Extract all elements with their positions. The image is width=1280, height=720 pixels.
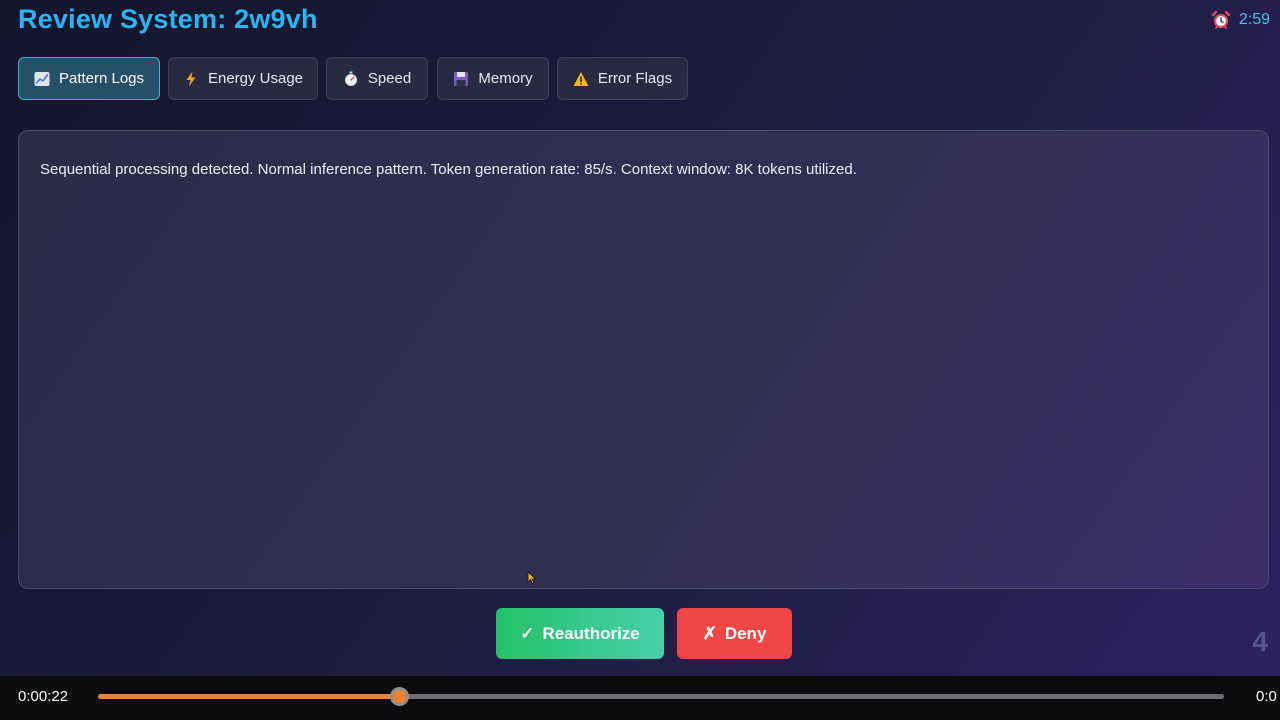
tab-label: Energy Usage bbox=[207, 70, 304, 87]
end-time: 0:0 bbox=[1256, 688, 1277, 705]
timer-value: 2:59 bbox=[1238, 11, 1270, 28]
mouse-cursor-icon bbox=[527, 571, 537, 585]
tab-pattern-logs[interactable]: Pattern Logs bbox=[18, 57, 160, 100]
log-text: Sequential processing detected. Normal i… bbox=[40, 161, 857, 178]
video-player-bar: 0:00:22 0:0 bbox=[0, 676, 1280, 720]
tab-label: Memory bbox=[478, 70, 533, 87]
review-app: Review System: 2w9vh 2:59 Pattern Logs E… bbox=[0, 0, 1280, 676]
tab-energy-usage[interactable]: Energy Usage bbox=[168, 57, 318, 100]
chart-icon bbox=[34, 71, 50, 86]
current-time: 0:00:22 bbox=[18, 688, 69, 705]
seek-bar[interactable] bbox=[98, 687, 1224, 706]
deny-label: Deny bbox=[724, 623, 767, 643]
deny-button[interactable]: ✗ Deny bbox=[677, 608, 792, 659]
checkmark-icon: ✓ bbox=[520, 623, 535, 643]
reauthorize-button[interactable]: ✓ Reauthorize bbox=[496, 608, 664, 659]
log-panel: Sequential processing detected. Normal i… bbox=[18, 130, 1269, 589]
tab-label: Error Flags bbox=[597, 70, 673, 87]
tab-memory[interactable]: Memory bbox=[437, 57, 549, 100]
cross-icon: ✗ bbox=[702, 623, 717, 643]
reauthorize-label: Reauthorize bbox=[542, 623, 640, 643]
floppy-disk-icon bbox=[454, 71, 469, 86]
tab-label: Pattern Logs bbox=[58, 70, 145, 87]
stopwatch-icon bbox=[344, 71, 357, 86]
seek-handle[interactable] bbox=[389, 687, 409, 706]
tab-error-flags[interactable]: Error Flags bbox=[557, 57, 688, 100]
tab-label: Speed bbox=[367, 70, 412, 87]
tab-speed[interactable]: Speed bbox=[326, 57, 428, 100]
page-title: Review System: 2w9vh bbox=[18, 4, 318, 34]
warning-icon bbox=[573, 71, 589, 86]
page-number: 4 bbox=[1252, 626, 1268, 657]
alarm-clock-icon bbox=[1211, 10, 1231, 29]
countdown-timer: 2:59 bbox=[1211, 10, 1270, 30]
seek-progress bbox=[98, 694, 399, 699]
lightning-icon bbox=[186, 71, 196, 86]
